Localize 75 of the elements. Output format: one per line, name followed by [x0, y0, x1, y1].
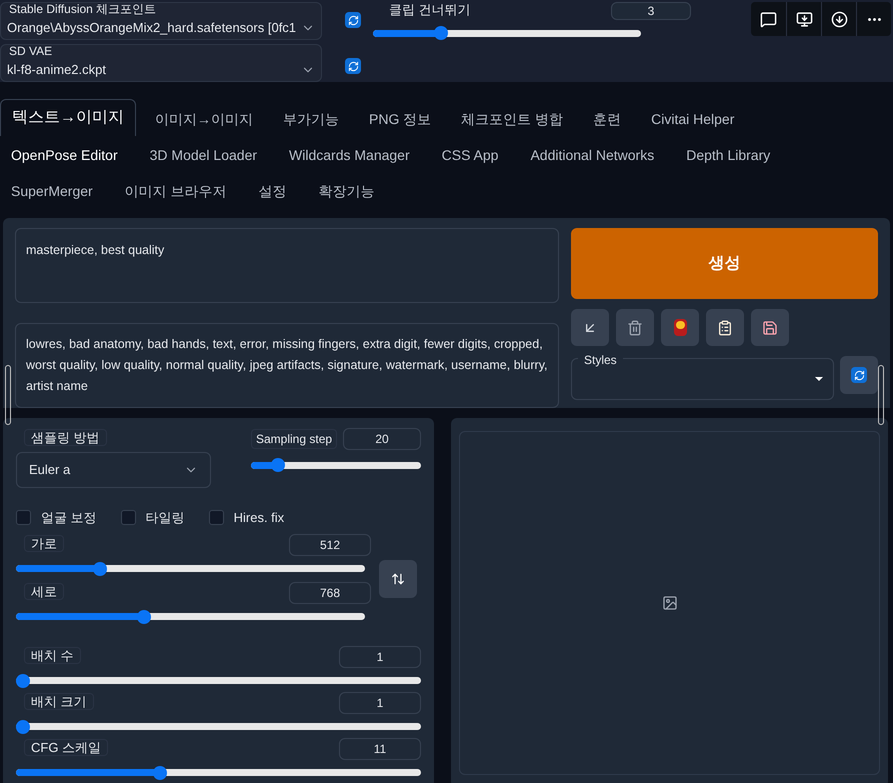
tab[interactable]: 텍스트→이미지: [0, 99, 136, 136]
clipboard-icon[interactable]: [706, 309, 744, 346]
tab[interactable]: Civitai Helper: [640, 103, 746, 136]
slider-track[interactable]: [16, 674, 421, 688]
number-field[interactable]: 1: [339, 692, 421, 714]
tab[interactable]: 설정: [248, 175, 298, 208]
slider-track[interactable]: [16, 766, 421, 780]
checkbox[interactable]: [16, 510, 31, 526]
refresh-icon[interactable]: [345, 58, 361, 74]
image-icon: [662, 595, 678, 611]
checkpoint-dropdown[interactable]: Stable Diffusion 체크포인트 Orange\AbyssOrangeMix2_hard.safetensors [0fc1: [0, 2, 322, 40]
number-field[interactable]: 1: [339, 646, 421, 668]
slider-thumb[interactable]: [136, 610, 151, 624]
tab[interactable]: 이미지→이미지: [144, 103, 264, 136]
field-label: CFG 스케일: [24, 738, 108, 756]
field-label: 배치 수: [24, 646, 81, 664]
sampler-dropdown[interactable]: Euler a: [16, 452, 211, 488]
slider-track[interactable]: [16, 720, 421, 734]
checkbox-label: 타일링: [146, 509, 185, 527]
slider-track[interactable]: [373, 26, 641, 40]
caret-icon: [815, 377, 823, 381]
vae-dropdown[interactable]: SD VAE kl-f8-anime2.ckpt: [0, 44, 322, 82]
tab[interactable]: OpenPose Editor: [0, 139, 129, 172]
refresh-icon[interactable]: [851, 367, 867, 383]
tab[interactable]: 체크포인트 병합: [450, 103, 574, 136]
number-field[interactable]: 512: [289, 534, 371, 556]
checkbox-label: 얼굴 보정: [41, 509, 97, 527]
tab[interactable]: 3D Model Loader: [138, 139, 268, 172]
checkbox[interactable]: [208, 510, 224, 526]
slider-track[interactable]: [251, 458, 421, 472]
dropdown-value: Orange\AbyssOrangeMix2_hard.safetensors [0fc1: [7, 18, 296, 37]
field-label: 세로: [24, 582, 64, 600]
slider-thumb[interactable]: [152, 766, 167, 780]
refresh-icon[interactable]: [345, 12, 361, 28]
tab[interactable]: 확장기능: [308, 175, 386, 208]
field-label: 가로: [24, 534, 64, 552]
slider-thumb[interactable]: [16, 720, 30, 734]
tab[interactable]: CSS App: [430, 139, 510, 172]
tab[interactable]: SuperMerger: [0, 175, 104, 208]
slider-track[interactable]: [16, 562, 365, 576]
save-icon[interactable]: [751, 309, 789, 346]
tab[interactable]: Depth Library: [675, 139, 782, 172]
refresh-button[interactable]: [840, 356, 878, 394]
dropdown-value: Euler a: [29, 461, 70, 480]
tab[interactable]: Wildcards Manager: [278, 139, 421, 172]
field-label: 배치 크기: [24, 692, 94, 710]
swap-button[interactable]: [379, 560, 417, 598]
slider-thumb[interactable]: [16, 674, 30, 688]
field-label: 클립 건너뛰기: [388, 2, 472, 17]
field-label: Stable Diffusion 체크포인트: [8, 3, 158, 16]
dropdown-value: kl-f8-anime2.ckpt: [7, 60, 106, 79]
checkbox-label: Hires. fix: [234, 509, 284, 527]
number-field[interactable]: 20: [343, 428, 421, 450]
tab[interactable]: 이미지 브라우저: [114, 175, 238, 208]
slider-thumb[interactable]: [93, 562, 108, 576]
tab[interactable]: 훈련: [582, 103, 632, 136]
slider-track[interactable]: [16, 610, 365, 624]
field-label: 샘플링 방법: [24, 429, 107, 446]
slider-thumb[interactable]: [434, 26, 448, 40]
trash-icon[interactable]: [616, 309, 654, 346]
tab[interactable]: 부가기능: [272, 103, 350, 136]
checkbox[interactable]: [120, 510, 136, 526]
tab[interactable]: Additional Networks: [519, 139, 666, 172]
negative-prompt-field[interactable]: lowres, bad anatomy, bad hands, text, error, missing fingers, extra digit, fewer digits, cropped, worst quality, low quality, normal quality, jpeg artifacts, signature, watermark, username, blurry, artist name: [15, 323, 559, 408]
field-label: SD VAE: [8, 45, 54, 58]
prompt-field[interactable]: masterpiece, best quality: [15, 228, 559, 303]
number-field[interactable]: 3: [611, 2, 691, 20]
slider-thumb[interactable]: [271, 458, 286, 472]
generate-button[interactable]: 생성: [571, 228, 878, 299]
card-icon[interactable]: [661, 309, 699, 346]
swap-icon: [391, 572, 405, 586]
number-field[interactable]: 11: [339, 738, 421, 760]
field-label: Sampling step: [251, 429, 338, 449]
tab[interactable]: PNG 정보: [358, 103, 442, 136]
number-field[interactable]: 768: [289, 582, 371, 604]
